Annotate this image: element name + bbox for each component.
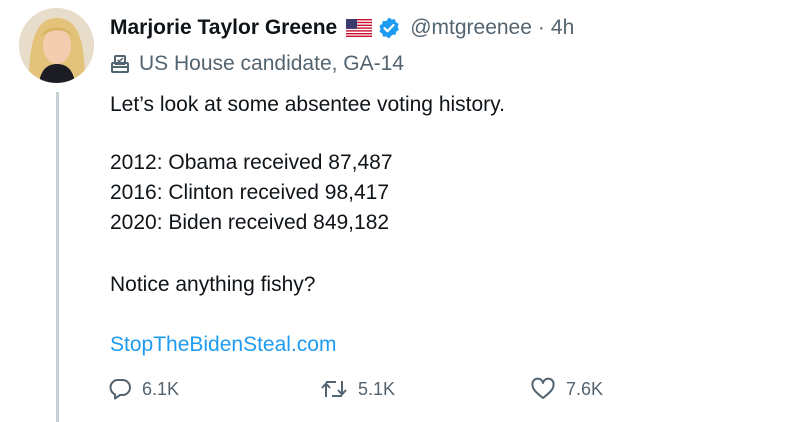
separator-dot: · — [537, 16, 545, 39]
heart-icon — [530, 377, 566, 401]
tweet-text-line: 2016: Clinton received 98,417 — [110, 181, 390, 204]
tweet-text-line: 2012: Obama received 87,487 — [110, 151, 393, 174]
account-label-text: US House candidate, GA-14 — [139, 52, 404, 75]
reply-icon — [108, 377, 142, 401]
timestamp[interactable]: 4h — [551, 16, 574, 40]
display-name[interactable]: Marjorie Taylor Greene — [110, 16, 337, 40]
tweet-link[interactable]: StopTheBidenSteal.com — [110, 332, 336, 358]
tweet-header: Marjorie Taylor Greene @mtgreenee · 4h — [110, 13, 574, 43]
tweet-text-line: Notice anything fishy? — [110, 273, 316, 296]
retweet-count: 5.1K — [358, 378, 396, 399]
tweet-text-line: 2020: Biden received 849,182 — [110, 211, 390, 234]
user-handle[interactable]: @mtgreenee — [410, 16, 532, 40]
retweet-button[interactable]: 5.1K — [320, 374, 395, 404]
like-count: 7.6K — [566, 378, 604, 399]
thread-line — [56, 92, 59, 422]
ballot-box-icon — [110, 54, 130, 74]
avatar[interactable] — [19, 8, 94, 83]
tweet: Marjorie Taylor Greene @mtgreenee · 4h U… — [0, 0, 800, 422]
tweet-text-line: Let’s look at some absentee voting histo… — [110, 93, 505, 116]
reply-button[interactable]: 6.1K — [108, 374, 179, 404]
reply-count: 6.1K — [142, 378, 180, 399]
like-button[interactable]: 7.6K — [530, 374, 603, 404]
us-flag-icon — [345, 18, 373, 38]
account-label: US House candidate, GA-14 — [110, 52, 404, 76]
verified-badge-icon — [377, 16, 401, 40]
retweet-icon — [320, 377, 358, 401]
